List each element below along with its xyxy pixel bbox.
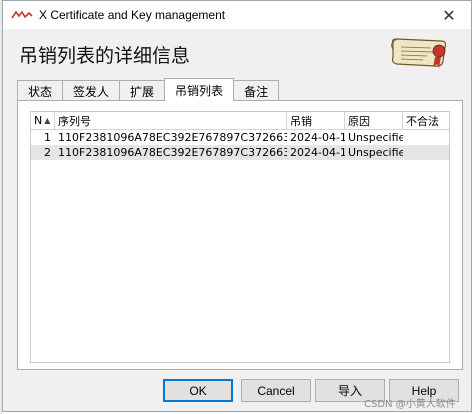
tab-revocation-list[interactable]: 吊销列表	[164, 78, 235, 101]
ok-button[interactable]: OK	[163, 379, 233, 402]
close-icon[interactable]: ✕	[429, 1, 469, 29]
revocation-table[interactable]: N ▲ 序列号 吊销 原因 不合法 1 110F2381096A78EC392E…	[30, 111, 450, 363]
sort-ascending-icon: ▲	[44, 116, 51, 125]
xca-logo-icon	[11, 8, 35, 22]
revoked-date-cell: 2024-04-17	[290, 131, 345, 144]
tab-bar: 状态 签发人 扩展 吊销列表 备注	[17, 78, 280, 101]
reason-cell: Unspecified	[348, 131, 403, 144]
table-header: N ▲ 序列号 吊销 原因 不合法	[31, 112, 449, 130]
serial-cell: 110F2381096A78EC392E767897C37266331B2F42	[58, 131, 287, 144]
invalid-cell	[403, 130, 449, 145]
column-header-invalid[interactable]: 不合法	[403, 112, 449, 129]
revoked-date-cell: 2024-04-17	[290, 146, 345, 159]
window-title: X Certificate and Key management	[39, 8, 226, 22]
scroll-wax-seal-icon	[387, 35, 457, 71]
column-header-serial[interactable]: 序列号	[55, 112, 287, 129]
tab-status[interactable]: 状态	[17, 80, 64, 101]
column-header-number[interactable]: N ▲	[31, 112, 55, 129]
cancel-button[interactable]: Cancel	[241, 379, 311, 402]
table-row[interactable]: 2 110F2381096A78EC392E767897C37266331B2F…	[31, 145, 449, 160]
row-number: 2	[44, 146, 51, 159]
serial-cell: 110F2381096A78EC392E767897C37266331B2F47	[58, 146, 287, 159]
table-row[interactable]: 1 110F2381096A78EC392E767897C37266331B2F…	[31, 130, 449, 145]
invalid-cell	[403, 145, 449, 160]
tab-issuer[interactable]: 签发人	[62, 80, 121, 101]
watermark-text: CSDN @小黄人软件	[364, 399, 456, 410]
row-number: 1	[44, 131, 51, 144]
dialog-window: X Certificate and Key management ✕ 吊销列表的…	[2, 0, 472, 412]
tab-panel: N ▲ 序列号 吊销 原因 不合法 1 110F2381096A78EC392E…	[17, 100, 463, 370]
page-title: 吊销列表的详细信息	[19, 45, 191, 67]
title-bar[interactable]: X Certificate and Key management ✕	[3, 1, 471, 29]
reason-cell: Unspecified	[348, 146, 403, 159]
column-header-reason[interactable]: 原因	[345, 112, 403, 129]
column-header-revoked[interactable]: 吊销	[287, 112, 345, 129]
tab-comment[interactable]: 备注	[233, 80, 280, 101]
tab-extensions[interactable]: 扩展	[119, 80, 166, 101]
